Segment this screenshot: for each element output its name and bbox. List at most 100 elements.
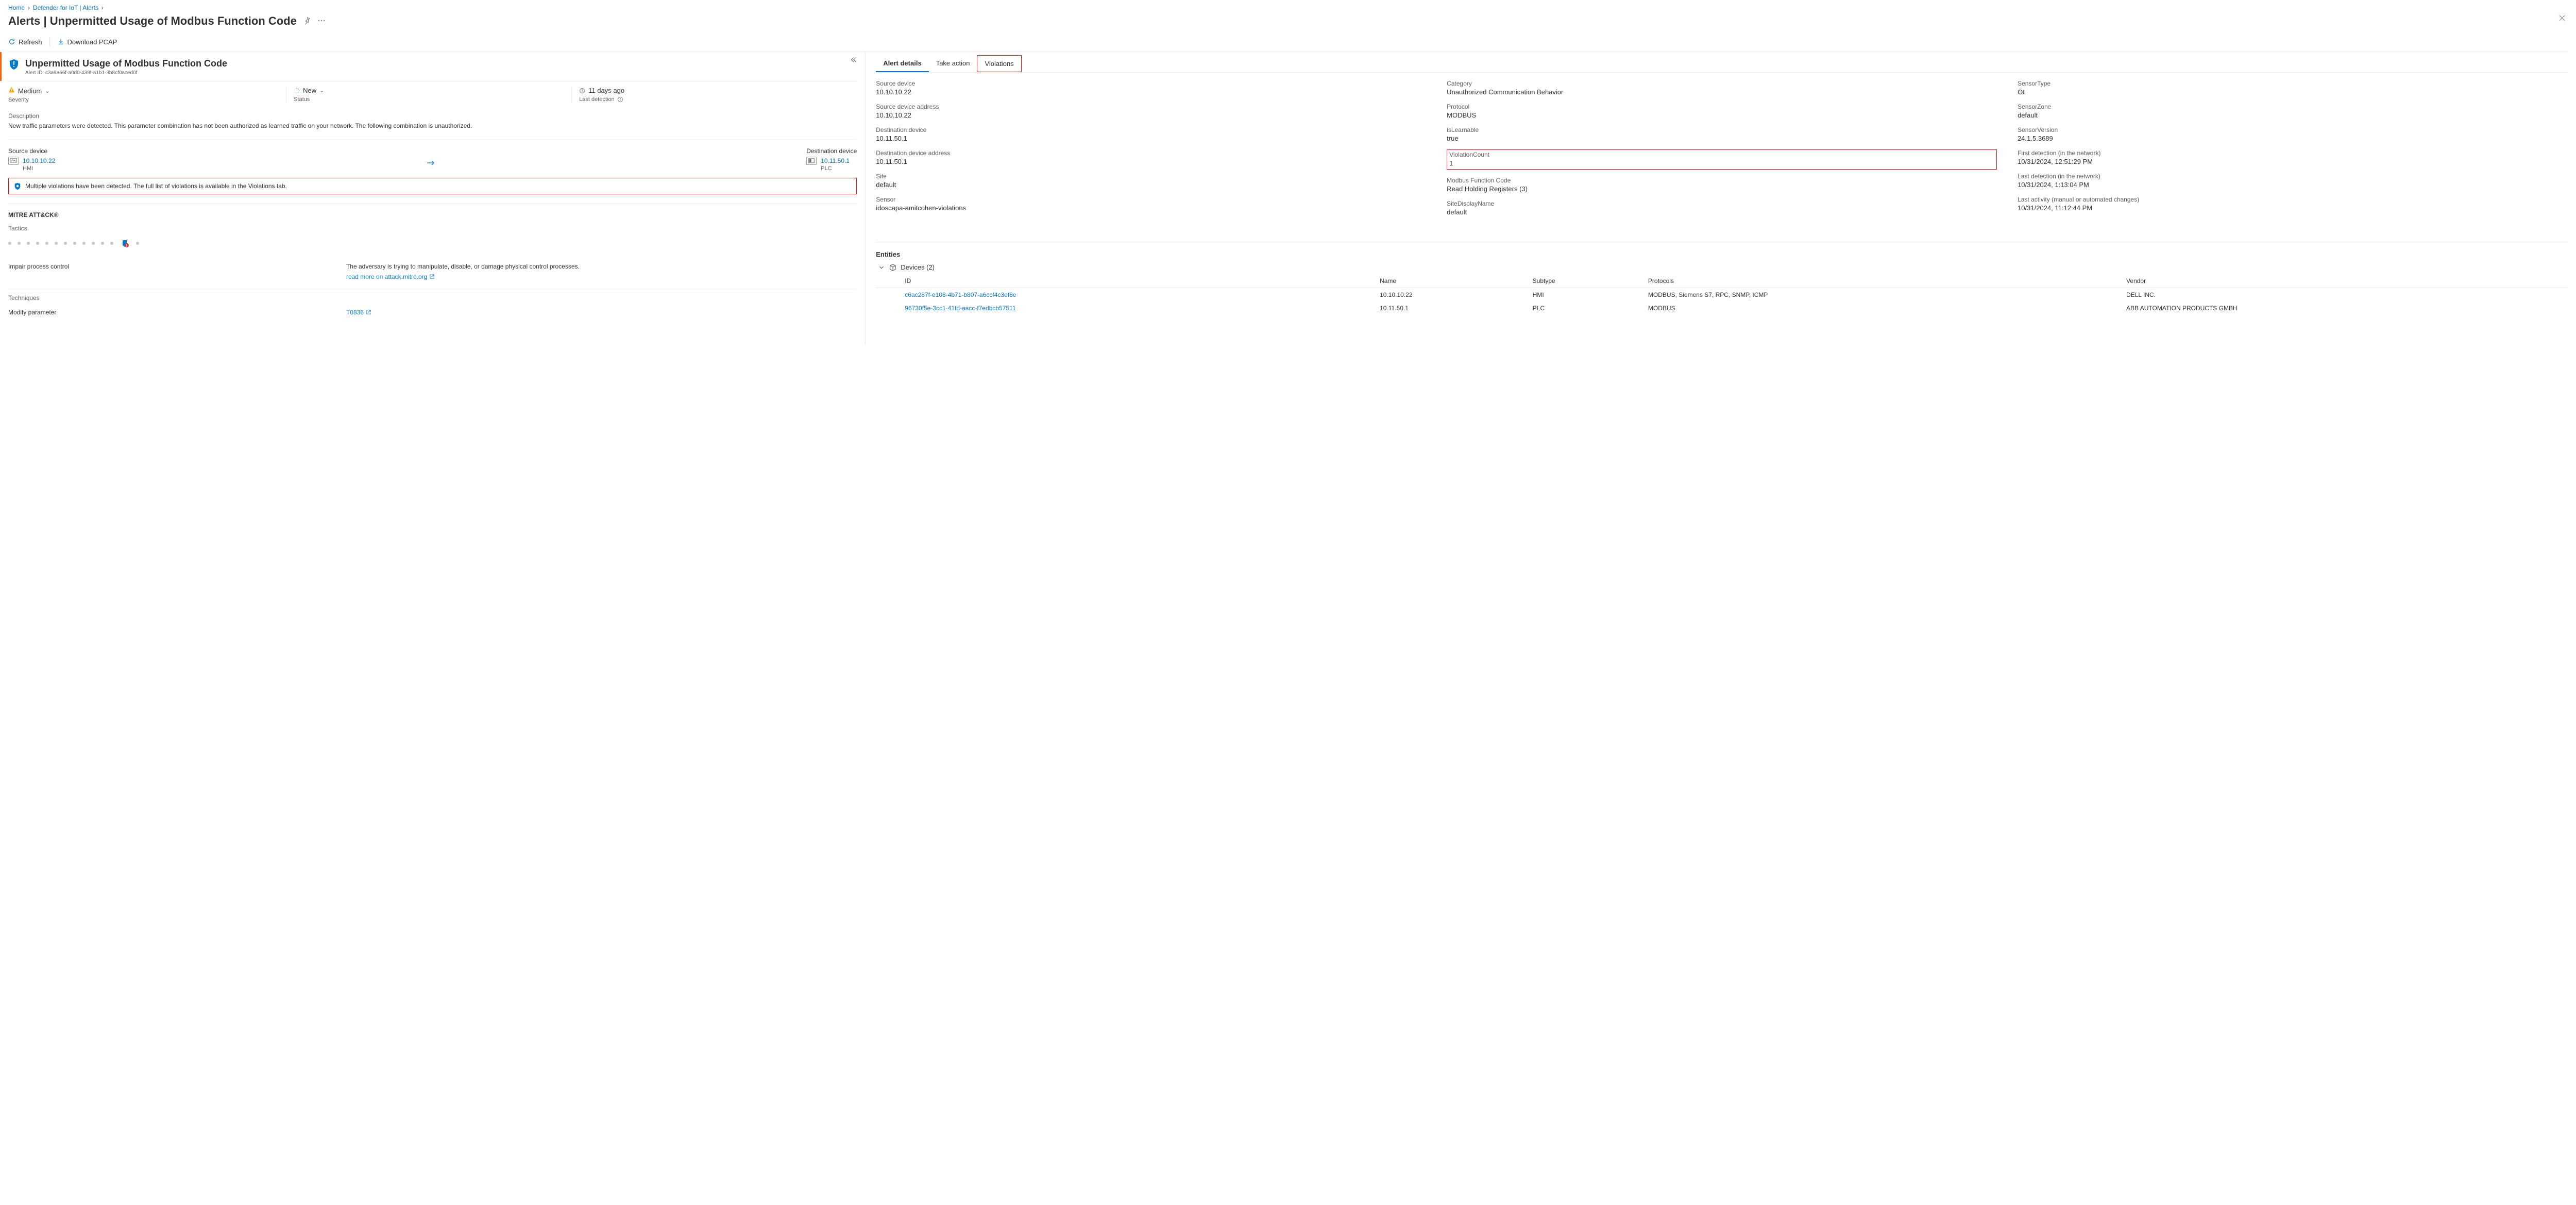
col-subtype[interactable]: Subtype (1529, 274, 1644, 288)
chevron-down-icon: ⌄ (45, 88, 49, 94)
entities-table: ID Name Subtype Protocols Vendor c6ac287… (876, 274, 2568, 315)
download-pcap-button[interactable]: Download PCAP (57, 38, 117, 46)
property-value: 1 (1449, 159, 1992, 167)
collapse-icon[interactable] (850, 56, 857, 65)
property-item: Destination device10.11.50.1 (876, 126, 1426, 142)
technique-link[interactable]: T0836 (346, 309, 371, 316)
tactic-dot (45, 242, 48, 245)
entity-id-link[interactable]: 96730f5e-3cc1-41fd-aacc-f7edbcb57511 (890, 302, 1376, 315)
col-vendor[interactable]: Vendor (2122, 274, 2568, 288)
property-label: Sensor (876, 196, 1426, 203)
tactic-dot (92, 242, 95, 245)
property-item: SensorTypeOt (2018, 80, 2568, 96)
banner-text: Multiple violations have been detected. … (25, 182, 287, 190)
alert-id: Alert ID: c3a9a66f-a0d0-439f-a1b1-3b8cf0… (25, 70, 227, 76)
pin-icon[interactable] (303, 16, 311, 26)
chevron-down-icon: ⌄ (319, 87, 324, 94)
devices-icon (889, 264, 896, 271)
destination-device-link[interactable]: 10.11.50.1 (821, 157, 850, 164)
last-detection-cell: 11 days ago Last detection (571, 87, 857, 103)
property-value: default (1447, 208, 1997, 216)
violations-info-banner: Multiple violations have been detected. … (8, 178, 857, 194)
entities-devices-toggle[interactable]: Devices (2) (878, 263, 2568, 271)
mitre-external-link[interactable]: read more on attack.mitre.org (346, 273, 435, 280)
refresh-button[interactable]: Refresh (8, 38, 42, 46)
entity-name: 10.10.10.22 (1376, 288, 1529, 302)
status-cell[interactable]: New ⌄ Status (286, 87, 571, 103)
last-detection-label-row: Last detection (579, 96, 852, 103)
col-name[interactable]: Name (1376, 274, 1529, 288)
severity-cell[interactable]: Medium ⌄ Severity (8, 87, 286, 103)
refresh-label: Refresh (19, 38, 42, 46)
property-label: ViolationCount (1449, 151, 1992, 158)
close-icon[interactable] (2558, 14, 2566, 24)
last-detection-value: 11 days ago (588, 87, 624, 94)
description-text: New traffic parameters were detected. Th… (8, 122, 857, 130)
property-item: Modbus Function CodeRead Holding Registe… (1447, 177, 1997, 193)
source-device-link[interactable]: 10.10.10.22 (23, 157, 55, 164)
tab-alert-details[interactable]: Alert details (876, 55, 928, 72)
entity-subtype: HMI (1529, 288, 1644, 302)
entities-title: Entities (876, 250, 2568, 258)
property-value: idoscapa-amitcohen-violations (876, 204, 1426, 212)
entity-subtype: PLC (1529, 302, 1644, 315)
hmi-device-icon (8, 157, 19, 165)
last-detection-label: Last detection (579, 96, 615, 103)
property-value: 10/31/2024, 12:51:29 PM (2018, 158, 2568, 165)
clock-icon (579, 88, 585, 94)
property-item: SiteDisplayNamedefault (1447, 200, 1997, 216)
tactic-active-icon[interactable] (120, 238, 130, 248)
tab-violations[interactable]: Violations (977, 55, 1021, 72)
external-link-icon (429, 274, 435, 279)
chevron-down-icon (878, 264, 885, 271)
property-value: 24.1.5.3689 (2018, 135, 2568, 142)
tactics-label: Tactics (8, 225, 857, 232)
property-label: Category (1447, 80, 1997, 87)
shield-alert-icon (8, 58, 20, 71)
chevron-right-icon: › (101, 4, 104, 11)
property-value: Ot (2018, 88, 2568, 96)
tactic-dot (110, 242, 113, 245)
property-value: default (2018, 111, 2568, 119)
entity-protocols: MODBUS, Siemens S7, RPC, SNMP, ICMP (1644, 288, 2122, 302)
table-row[interactable]: c6ac287f-e108-4b71-b807-a6ccf4c3ef8e10.1… (876, 288, 2568, 302)
entity-vendor: ABB AUTOMATION PRODUCTS GMBH (2122, 302, 2568, 315)
tactic-dot (36, 242, 39, 245)
property-item: SensorZonedefault (2018, 103, 2568, 119)
col-protocols[interactable]: Protocols (1644, 274, 2122, 288)
tactic-description: The adversary is trying to manipulate, d… (346, 263, 580, 270)
breadcrumb-defender[interactable]: Defender for IoT | Alerts (33, 4, 98, 11)
property-item: Last activity (manual or automated chang… (2018, 196, 2568, 212)
property-item: Last detection (in the network)10/31/202… (2018, 173, 2568, 189)
property-item: Sensoridoscapa-amitcohen-violations (876, 196, 1426, 212)
info-icon[interactable] (617, 96, 623, 103)
external-link-icon (366, 309, 371, 315)
property-label: SiteDisplayName (1447, 200, 1997, 207)
property-label: Last detection (in the network) (2018, 173, 2568, 180)
more-icon[interactable] (317, 16, 326, 26)
description-label: Description (8, 112, 857, 120)
entity-vendor: DELL INC. (2122, 288, 2568, 302)
table-row[interactable]: 96730f5e-3cc1-41fd-aacc-f7edbcb5751110.1… (876, 302, 2568, 315)
plc-device-icon (806, 157, 817, 165)
property-label: Destination device address (876, 149, 1426, 157)
property-label: SensorVersion (2018, 126, 2568, 133)
alert-title: Unpermitted Usage of Modbus Function Cod… (25, 58, 227, 69)
property-value: default (876, 181, 1426, 189)
property-label: SensorType (2018, 80, 2568, 87)
property-label: Last activity (manual or automated chang… (2018, 196, 2568, 203)
property-item: ViolationCount1 (1447, 149, 1997, 170)
property-label: isLearnable (1447, 126, 1997, 133)
property-item: Source device address10.10.10.22 (876, 103, 1426, 119)
tab-take-action[interactable]: Take action (929, 55, 977, 72)
entity-id-link[interactable]: c6ac287f-e108-4b71-b807-a6ccf4c3ef8e (890, 288, 1376, 302)
tactic-dot (136, 242, 139, 245)
shield-info-icon (14, 182, 21, 190)
property-value: Unauthorized Communication Behavior (1447, 88, 1997, 96)
breadcrumb-home[interactable]: Home (8, 4, 25, 11)
property-item: Destination device address10.11.50.1 (876, 149, 1426, 165)
property-label: Modbus Function Code (1447, 177, 1997, 184)
col-id[interactable]: ID (890, 274, 1376, 288)
source-device-type: HMI (23, 165, 55, 172)
property-label: Site (876, 173, 1426, 180)
